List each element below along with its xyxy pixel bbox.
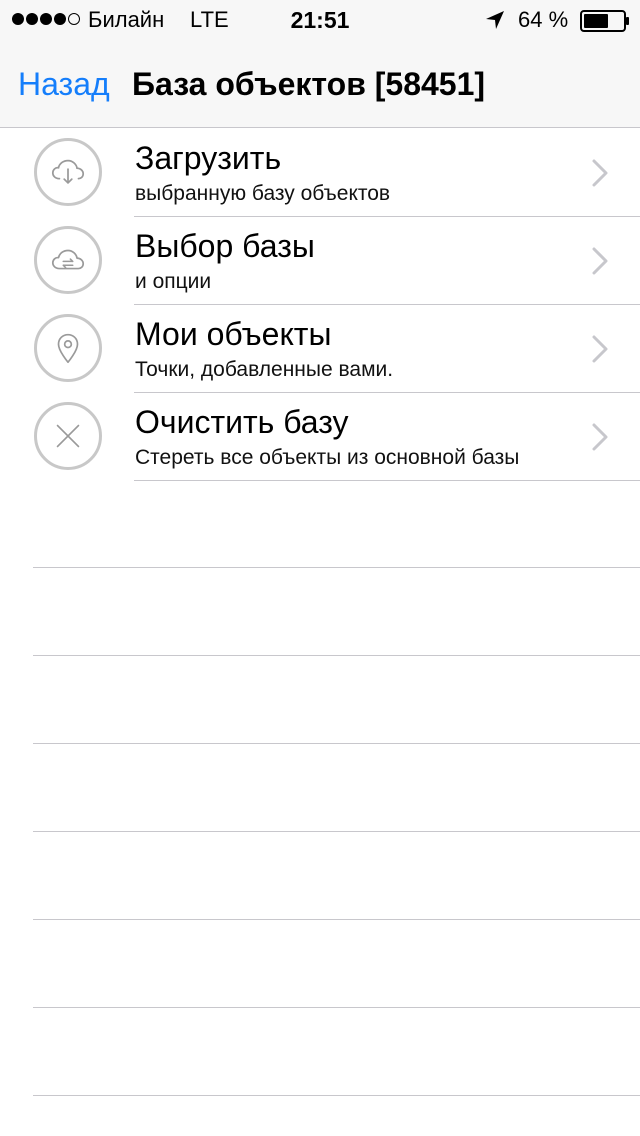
menu-item-my-objects[interactable]: Мои объекты Точки, добавленные вами. xyxy=(0,305,640,393)
row-divider xyxy=(134,480,640,481)
empty-row-divider xyxy=(33,743,640,744)
page-title: База объектов [58451] xyxy=(132,66,486,102)
chevron-right-icon xyxy=(592,247,608,275)
menu-item-subtitle: Точки, добавленные вами. xyxy=(135,358,394,381)
cloud-sync-icon xyxy=(34,226,102,294)
map-pin-icon xyxy=(34,314,102,382)
empty-row-divider xyxy=(33,919,640,920)
menu-item-title: Выбор базы xyxy=(135,228,315,264)
close-icon xyxy=(34,402,102,470)
menu-item-title: Очистить базу xyxy=(135,404,349,440)
menu-item-title: Мои объекты xyxy=(135,316,332,352)
chevron-right-icon xyxy=(592,335,608,363)
menu-item-clear-base[interactable]: Очистить базу Стереть все объекты из осн… xyxy=(0,393,640,481)
battery-icon xyxy=(580,10,629,32)
menu-item-download[interactable]: Загрузить выбранную базу объектов xyxy=(0,129,640,217)
empty-row-divider xyxy=(33,655,640,656)
navigation-bar: Назад База объектов [58451] xyxy=(0,40,640,128)
cloud-download-icon xyxy=(34,138,102,206)
empty-row-divider xyxy=(33,1095,640,1096)
menu-list: Загрузить выбранную базу объектов Выбор … xyxy=(0,129,640,481)
empty-row-divider xyxy=(33,567,640,568)
screen: Билайн LTE 21:51 64 % Назад База объекто… xyxy=(0,0,640,1136)
menu-item-subtitle: выбранную базу объектов xyxy=(135,182,391,205)
menu-item-select-base[interactable]: Выбор базы и опции xyxy=(0,217,640,305)
back-button[interactable]: Назад xyxy=(18,64,110,104)
chevron-right-icon xyxy=(592,423,608,451)
menu-item-title: Загрузить xyxy=(135,140,282,176)
menu-item-subtitle: и опции xyxy=(135,270,212,293)
battery-percent: 64 % xyxy=(518,7,569,32)
menu-item-subtitle: Стереть все объекты из основной базы xyxy=(135,446,520,469)
empty-row-divider xyxy=(33,1007,640,1008)
status-bar: Билайн LTE 21:51 64 % xyxy=(0,0,640,40)
chevron-right-icon xyxy=(592,159,608,187)
empty-row-divider xyxy=(33,831,640,832)
location-arrow-icon xyxy=(486,11,504,29)
